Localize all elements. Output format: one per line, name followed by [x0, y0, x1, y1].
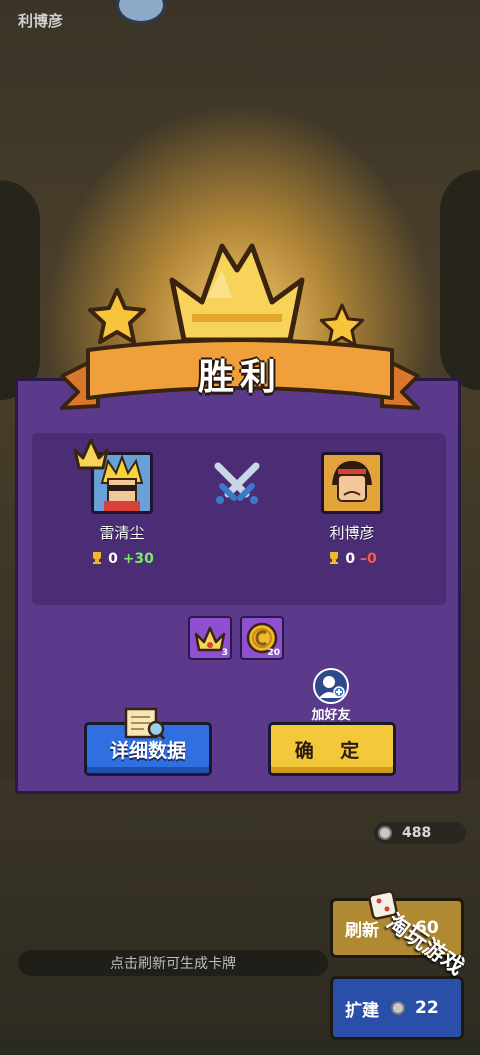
silver-coin-icon [378, 826, 392, 840]
background-foliage-left [0, 180, 40, 400]
add-friend-button[interactable]: 加好友 [300, 668, 362, 723]
player-right-name: 利博彦 [329, 524, 375, 542]
player-right-trophies: 0 [345, 551, 356, 567]
hint-bar: 点击刷新可生成卡牌 [18, 950, 328, 976]
player-left-delta: +30 [122, 551, 154, 567]
silver-coin-value: 488 [402, 825, 432, 841]
player-left-crown-icon [73, 438, 109, 470]
add-friend-icon [313, 668, 349, 704]
confirm-button-label: 确 定 [294, 739, 370, 762]
reward-gold-coin-count: 20 [267, 648, 280, 658]
player-left-name: 雷清尘 [99, 524, 145, 542]
crown-icon [169, 243, 305, 343]
report-document-icon [124, 707, 166, 740]
player-right-score: 0 –0 [292, 551, 412, 567]
opponent-top-name: 利博彦 [18, 12, 64, 30]
player-right-delta: –0 [359, 551, 377, 567]
player-right: 利博彦 0 –0 [292, 452, 412, 567]
add-friend-label: 加好友 [311, 708, 351, 723]
player-left-score: 0 +30 [62, 551, 182, 567]
player-right-avatar[interactable] [321, 452, 383, 514]
background-foliage-right [440, 170, 480, 390]
silver-coin-counter: 488 [374, 822, 466, 844]
victory-ribbon: 胜利 [58, 336, 422, 416]
reward-crown-count: 3 [221, 648, 228, 658]
versus-swords-icon [214, 462, 260, 504]
trophy-icon [93, 552, 102, 564]
player-left-trophies: 0 [108, 551, 118, 567]
reward-gold-coin[interactable]: 20 [240, 616, 284, 660]
result-title: 胜利 [197, 357, 282, 398]
reward-crown[interactable]: 3 [188, 616, 232, 660]
confirm-button[interactable]: 确 定 [268, 722, 396, 776]
trophy-icon [330, 552, 339, 564]
